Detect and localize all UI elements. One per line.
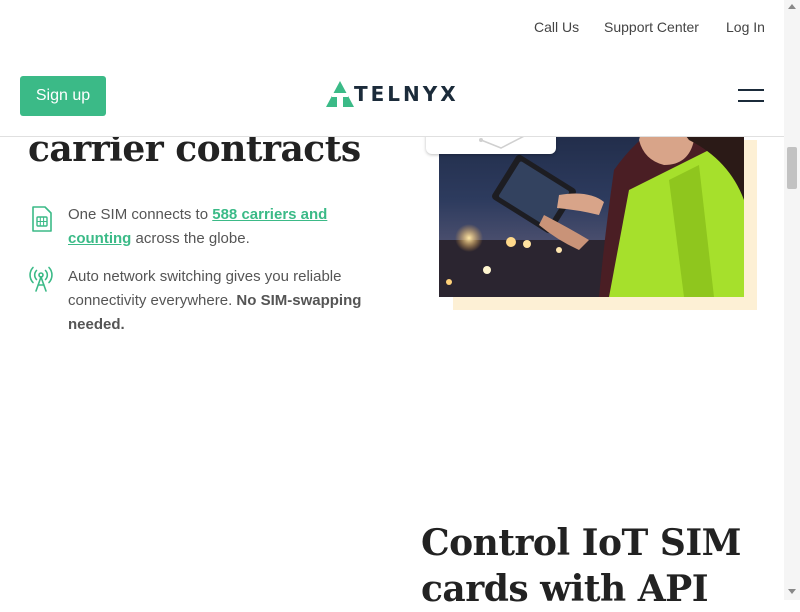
heading-line: Control IoT SIM — [421, 522, 742, 564]
hamburger-menu-icon[interactable] — [738, 87, 764, 105]
section-heading-control-iot: Control IoT SIM cards with API — [421, 520, 742, 612]
top-utility-nav: Call Us Support Center Log In — [0, 0, 784, 56]
page-scrollbar[interactable] — [784, 0, 800, 600]
telnyx-logo-icon — [326, 81, 354, 107]
log-in-link[interactable]: Log In — [726, 19, 765, 35]
feature-item: Auto network switching gives you reliabl… — [28, 265, 378, 337]
telnyx-logo[interactable]: TELNYX — [326, 81, 461, 107]
feature-text: One SIM connects to 588 carriers and cou… — [68, 203, 378, 251]
scroll-up-arrow-icon[interactable] — [788, 4, 796, 9]
feature-text: Auto network switching gives you reliabl… — [68, 265, 378, 337]
scrollbar-thumb[interactable] — [787, 147, 797, 189]
logo-wordmark: TELNYX — [354, 82, 459, 106]
call-us-link[interactable]: Call Us — [534, 19, 579, 35]
feature-text-part: across the globe. — [131, 230, 250, 247]
antenna-icon — [28, 265, 54, 293]
scroll-down-arrow-icon[interactable] — [788, 589, 796, 594]
feature-text-part: One SIM connects to — [68, 206, 213, 223]
sim-card-icon — [28, 205, 54, 233]
sign-up-button[interactable]: Sign up — [20, 76, 106, 116]
heading-line: cards with API — [421, 568, 709, 610]
support-center-link[interactable]: Support Center — [604, 19, 699, 35]
site-header: Sign up TELNYX — [0, 56, 784, 137]
feature-item: One SIM connects to 588 carriers and cou… — [28, 203, 378, 253]
